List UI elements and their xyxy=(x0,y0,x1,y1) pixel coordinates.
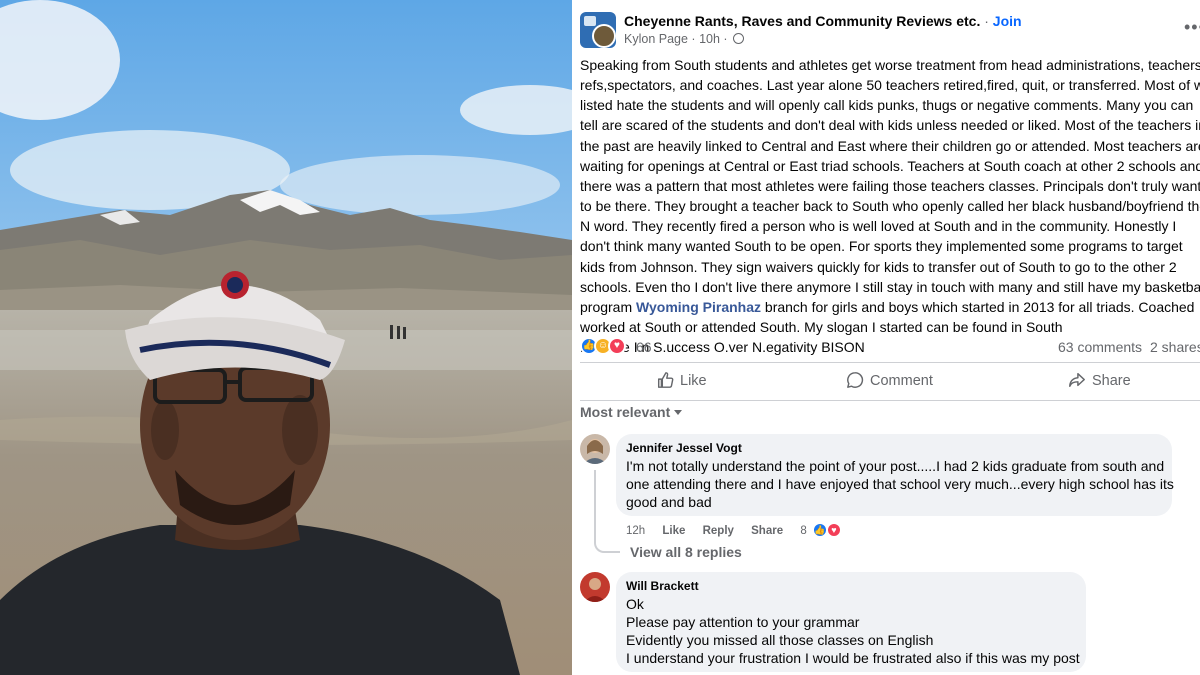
comment: Will Brackett Ok Please pay attention to… xyxy=(580,572,1200,675)
share-icon xyxy=(1069,372,1085,388)
comment-sort-dropdown[interactable]: Most relevant xyxy=(580,404,683,420)
post-line: worked at South or attended South. My sl… xyxy=(580,319,1063,336)
post-panel: Cheyenne Rants, Raves and Community Revi… xyxy=(572,0,1200,675)
like-button[interactable]: Like xyxy=(656,366,707,396)
comment-line: one attending there and I have enjoyed t… xyxy=(626,476,1174,492)
comment-line: Please pay attention to your grammar xyxy=(626,614,860,630)
group-name-line: Cheyenne Rants, Raves and Community Revi… xyxy=(624,13,1022,29)
user-photo-icon xyxy=(580,434,610,464)
post-line: kids from Johnson. They sign waivers qui… xyxy=(580,258,1177,275)
comment-label: Comment xyxy=(870,373,933,389)
post-line: refs,spectators, and coaches. Last year … xyxy=(580,77,1200,94)
thread-line xyxy=(594,470,620,553)
separator: · xyxy=(984,13,989,29)
comment-reply-button[interactable]: Reply xyxy=(703,525,734,537)
comment-button[interactable]: Comment xyxy=(846,366,933,396)
comment-line: I'm not totally understand the point of … xyxy=(626,458,1165,474)
view-replies-link[interactable]: View all 8 replies xyxy=(630,544,742,560)
reactions-row: 👍 ☺ ♥ 66 63 comments 2 shares xyxy=(580,336,1200,358)
comment-time[interactable]: 12h xyxy=(626,525,645,537)
post-line: tell are scared of the students and don'… xyxy=(580,117,1200,134)
comment-icon xyxy=(847,372,864,388)
post-line: the past are heavily linked to Central a… xyxy=(580,137,1200,154)
love-reaction-icon: ♥ xyxy=(825,522,842,538)
comment-line: good and bad xyxy=(626,494,712,510)
comment-line: I understand your frustration I would be… xyxy=(626,650,1080,666)
post-text: Speaking from South students and athlete… xyxy=(580,55,1200,357)
action-bar: Like Comment Share xyxy=(580,366,1200,396)
post-line: there was a pattern that most athletes w… xyxy=(580,177,1200,194)
post-line-text: branch for girls and boys which started … xyxy=(761,298,1195,315)
post-photo[interactable] xyxy=(0,0,572,675)
comment-actions: 12h Like Reply Share 8 👍 ♥ xyxy=(626,522,862,538)
separator: · xyxy=(691,32,696,46)
comment-share-button[interactable]: Share xyxy=(751,525,783,537)
post-line: don't think many wanted South to be open… xyxy=(580,238,1183,255)
post-line: schools. Even tho I don't live there any… xyxy=(580,278,1200,295)
post-line: waiting for openings at Central or East … xyxy=(580,157,1200,174)
share-button[interactable]: Share xyxy=(1068,366,1131,396)
author-name[interactable]: Kylon Page xyxy=(624,32,688,46)
comment-author[interactable]: Jennifer Jessel Vogt xyxy=(626,441,1162,455)
share-label: Share xyxy=(1092,373,1131,389)
post-line-text: program xyxy=(580,298,637,315)
page-tag-link[interactable]: Wyoming Piranhaz xyxy=(636,299,761,315)
separator: · xyxy=(723,32,728,46)
reaction-count[interactable]: 66 xyxy=(636,339,652,355)
comment-line: Evidently you missed all those classes o… xyxy=(626,632,934,648)
thumbs-up-icon xyxy=(657,372,674,388)
post-time[interactable]: 10h xyxy=(699,32,720,46)
comment-bubble: Jennifer Jessel Vogt I'm not totally und… xyxy=(616,434,1174,516)
love-reaction-icon: ♥ xyxy=(608,337,626,355)
reaction-icons[interactable]: 👍 ☺ ♥ xyxy=(580,337,634,357)
divider xyxy=(580,362,1200,363)
comment-reaction-count[interactable]: 8 xyxy=(800,525,806,537)
post-line: Speaking from South students and athlete… xyxy=(580,57,1200,73)
avatar[interactable] xyxy=(580,572,610,602)
share-count[interactable]: 2 shares xyxy=(1150,339,1200,355)
comment: Jennifer Jessel Vogt I'm not totally und… xyxy=(580,434,1200,564)
like-label: Like xyxy=(680,373,707,389)
post-meta: Kylon Page · 10h · xyxy=(624,32,745,46)
comment-text: I'm not totally understand the point of … xyxy=(626,457,1174,511)
divider xyxy=(580,400,1200,401)
comment-count[interactable]: 63 comments xyxy=(1058,339,1142,355)
globe-icon xyxy=(733,33,745,44)
group-avatar[interactable] xyxy=(580,12,616,48)
comment-bubble: Will Brackett Ok Please pay attention to… xyxy=(616,572,1086,672)
more-options-icon[interactable]: ••• xyxy=(1184,18,1200,36)
post-line: listed hate the students and will openly… xyxy=(580,97,1194,114)
caret-down-icon xyxy=(674,410,683,415)
post-line: program Wyoming Piranhaz branch for girl… xyxy=(580,297,1200,317)
post-line: to be there. They brought a teacher back… xyxy=(580,198,1200,215)
group-name-link[interactable]: Cheyenne Rants, Raves and Community Revi… xyxy=(624,13,980,29)
post-line: N word. They recently fired a person who… xyxy=(580,218,1177,235)
join-button[interactable]: Join xyxy=(993,13,1022,29)
comment-author[interactable]: Will Brackett xyxy=(626,579,1076,593)
comment-like-button[interactable]: Like xyxy=(662,525,685,537)
comment-line: Ok xyxy=(626,596,644,612)
selfie-photo xyxy=(0,0,572,675)
avatar[interactable] xyxy=(580,434,610,464)
comment-reactions[interactable]: 👍 ♥ xyxy=(811,522,848,538)
post-header: Cheyenne Rants, Raves and Community Revi… xyxy=(580,10,1200,50)
comment-text: Ok Please pay attention to your grammar … xyxy=(626,595,1080,667)
sort-label: Most relevant xyxy=(580,404,671,420)
user-photo-icon xyxy=(580,572,610,602)
